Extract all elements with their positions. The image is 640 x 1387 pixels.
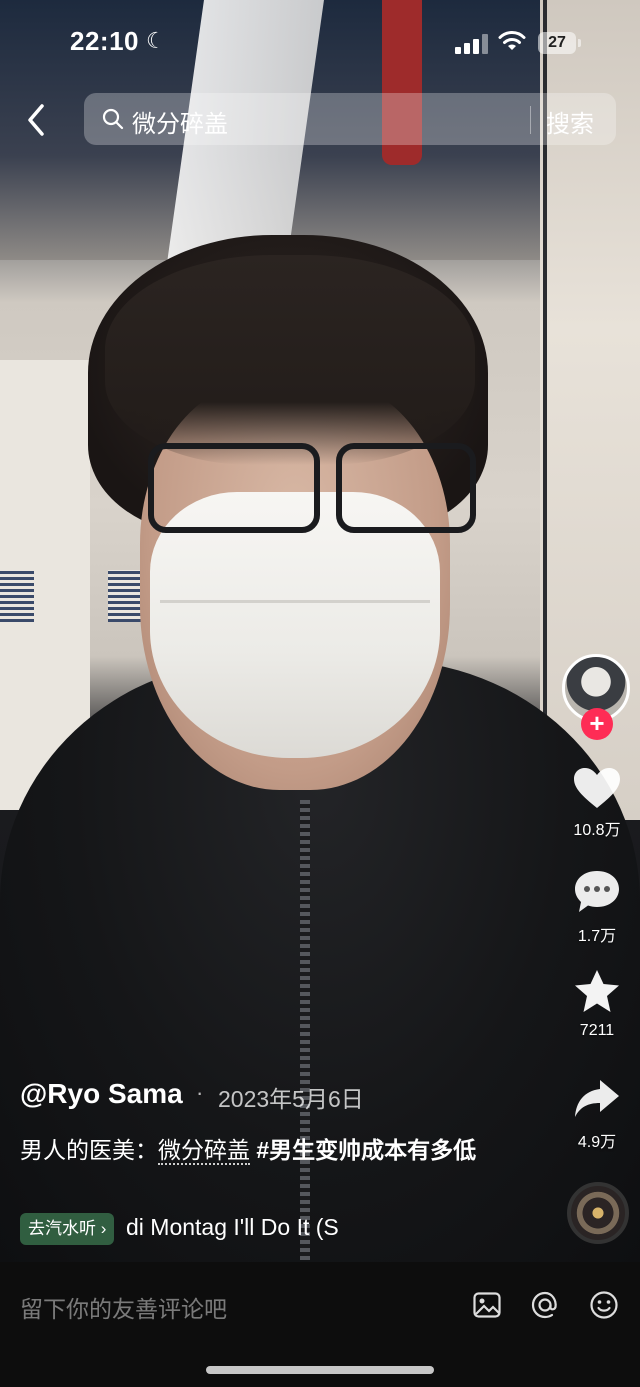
background-qr-code [108,570,142,622]
heart-icon [574,768,620,808]
battery-indicator: 27 [538,32,576,54]
status-time: 22:10 [70,26,139,56]
star-icon [575,970,619,1012]
post-date: 2023年5月6日 [218,1086,364,1112]
home-indicator[interactable] [206,1366,434,1374]
at-icon[interactable] [530,1290,560,1320]
person-zipper [300,800,310,1260]
author-name[interactable]: @Ryo Sama [20,1078,183,1110]
search-keyword-link[interactable]: 微分碎盖 [158,1137,250,1165]
image-icon[interactable] [472,1290,502,1320]
person-fringe [105,255,475,465]
music-chip-label: 去汽水听 [28,1219,96,1238]
moon-icon: ☾ [146,28,166,53]
battery-tip [578,39,581,47]
music-app-chip[interactable]: 去汽水听 › [20,1213,115,1245]
search-icon [102,108,124,130]
search-separator [530,106,531,134]
back-icon[interactable] [20,100,52,140]
hashtag-link[interactable]: #男生变帅成本有多低 [250,1137,476,1163]
status-bar: 22:10 ☾ 27 [0,0,640,86]
comment-input[interactable]: 留下你的友善评论吧 [20,1290,227,1324]
emoji-icon[interactable] [589,1290,619,1320]
cellular-signal-icon [455,34,488,54]
share-count: 4.9万 [577,1134,617,1151]
music-title[interactable]: di Montag I'll Do It (S [126,1214,376,1241]
date-separator: · [196,1080,204,1105]
person-glasses-right [336,443,476,533]
search-input[interactable]: 微分碎盖 [132,104,228,139]
post-description: 男人的医美：微分碎盖 #男生变帅成本有多低 [20,1130,520,1170]
favorite-button[interactable]: 7211 [560,968,634,1040]
music-disc[interactable] [567,1182,629,1244]
share-button[interactable]: 4.9万 [560,1076,634,1152]
video-player[interactable] [0,0,640,1262]
comment-count: 1.7万 [577,928,617,945]
background-qr-code [0,570,34,622]
comment-button[interactable]: 1.7万 [560,868,634,946]
search-button[interactable]: 搜索 [546,104,594,139]
comment-icon [575,871,619,912]
wifi-icon [498,31,526,50]
person-glasses-left [148,443,320,533]
like-count: 10.8万 [573,822,621,839]
description-text: 男人的医美： [20,1137,158,1163]
person-mask-fold [160,600,430,603]
share-icon [575,1080,619,1117]
favorite-count: 7211 [579,1022,615,1039]
follow-button[interactable]: + [581,708,613,740]
like-button[interactable]: 10.8万 [560,766,634,840]
chevron-right-icon: › [96,1219,107,1238]
